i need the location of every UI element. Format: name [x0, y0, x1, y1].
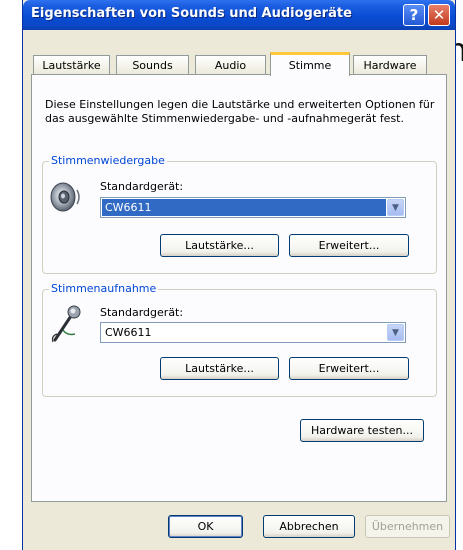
playback-legend: Stimmenwiedergabe: [49, 154, 167, 167]
tab-stimme[interactable]: Stimme: [270, 52, 350, 76]
dropdown-arrow-icon[interactable]: ▼: [387, 199, 404, 216]
playback-device-select[interactable]: CW6611 ▼: [100, 197, 406, 218]
playback-group: Stimmenwiedergabe Standardgerät: CW6611 …: [42, 154, 437, 274]
recording-device-label: Standardgerät:: [100, 306, 184, 319]
apply-button[interactable]: Übernehmen: [365, 515, 450, 538]
tab-lautstaerke[interactable]: Lautstärke: [33, 55, 110, 75]
playback-device-label: Standardgerät:: [100, 180, 184, 193]
title-bar[interactable]: Eigenschaften von Sounds und Audiogeräte…: [23, 0, 455, 30]
cancel-button[interactable]: Abbrechen: [263, 515, 355, 538]
description-text: Diese Einstellungen legen die Lautstärke…: [45, 98, 435, 125]
recording-volume-button[interactable]: Lautstärke...: [160, 357, 279, 380]
tab-sounds[interactable]: Sounds: [116, 55, 189, 75]
help-icon: ?: [409, 6, 419, 24]
help-button[interactable]: ?: [403, 4, 425, 26]
microphone-icon: [49, 304, 85, 347]
tab-audio[interactable]: Audio: [195, 55, 266, 75]
recording-advanced-button[interactable]: Erweitert...: [289, 357, 409, 380]
playback-advanced-button[interactable]: Erweitert...: [289, 234, 409, 257]
recording-device-value: CW6611: [105, 326, 152, 339]
playback-volume-button[interactable]: Lautstärke...: [160, 234, 279, 257]
tab-hardware[interactable]: Hardware: [353, 55, 427, 75]
tab-panel-stimme: Diese Einstellungen legen die Lautstärke…: [31, 74, 447, 502]
speaker-icon: [49, 180, 85, 217]
ok-button[interactable]: OK: [168, 515, 243, 538]
recording-legend: Stimmenaufnahme: [49, 282, 159, 295]
dropdown-arrow-icon[interactable]: ▼: [387, 324, 404, 341]
recording-group: Stimmenaufnahme Standardgerät: CW6611 ▼ …: [42, 282, 437, 397]
window-title: Eigenschaften von Sounds und Audiogeräte: [31, 6, 352, 21]
close-button[interactable]: ✕: [428, 4, 450, 26]
playback-device-value: CW6611: [102, 199, 386, 216]
recording-device-select[interactable]: CW6611 ▼: [100, 322, 406, 343]
sound-properties-dialog: Eigenschaften von Sounds und Audiogeräte…: [22, 0, 456, 550]
test-hardware-button[interactable]: Hardware testen...: [300, 419, 424, 442]
close-icon: ✕: [432, 6, 446, 24]
